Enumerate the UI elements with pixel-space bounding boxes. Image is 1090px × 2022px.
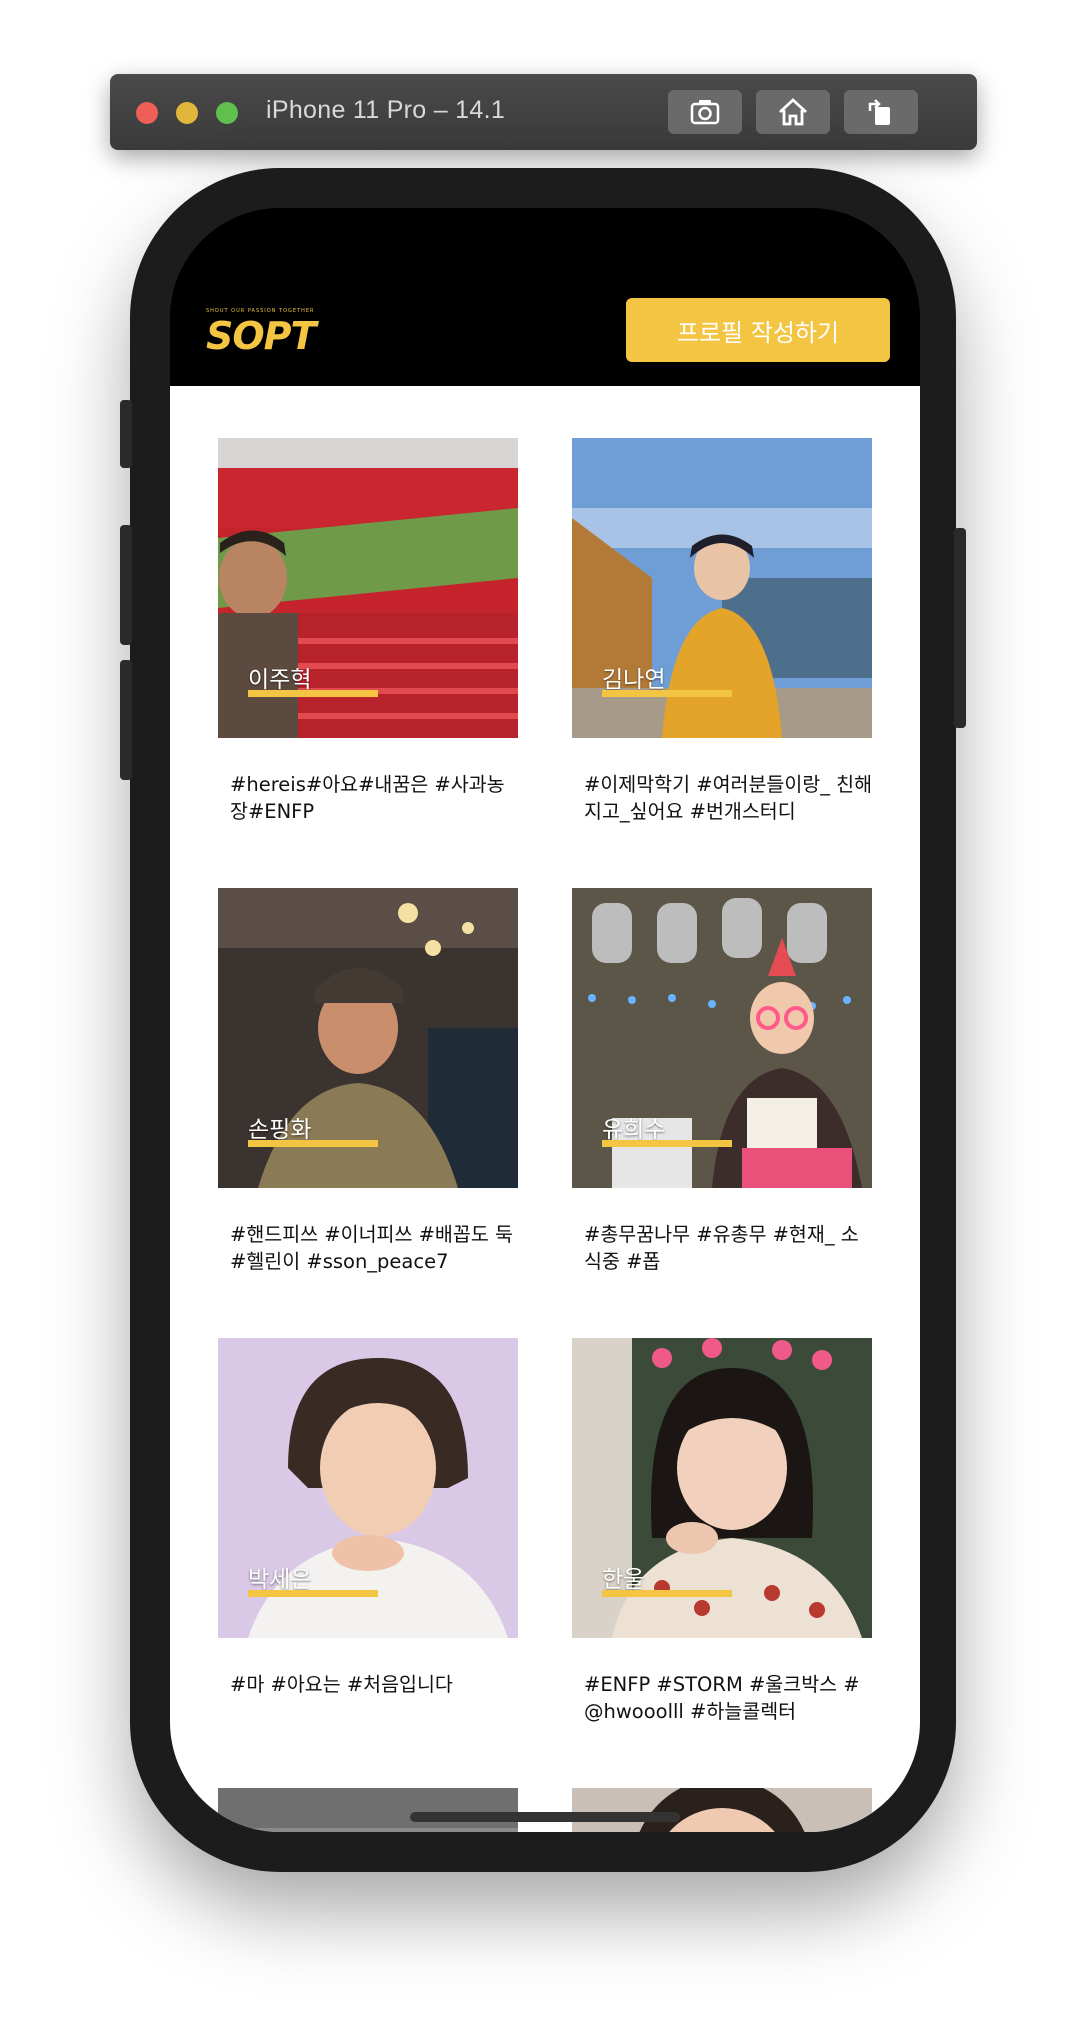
profile-photo: 이주혁 — [218, 438, 518, 738]
name-underline — [602, 690, 732, 697]
notch — [338, 208, 752, 270]
profile-photo — [572, 1788, 872, 1832]
logo-text: SOPT — [206, 314, 316, 358]
rotate-icon — [868, 99, 890, 125]
profile-name: 손핑화 — [248, 1117, 312, 1143]
profile-hashtags: #이제막학기 #여러분들이랑_ 친해지고_싶어요 #번개스터디 — [584, 773, 873, 823]
simulator-title-bar: iPhone 11 Pro – 14.1 — [110, 74, 977, 150]
screenshot-button[interactable] — [668, 90, 742, 134]
profile-photo: 박세은 — [218, 1338, 518, 1638]
profile-photo: 한울 — [572, 1338, 872, 1638]
profile-name: 김나연 — [602, 667, 666, 693]
home-icon — [779, 98, 807, 126]
profile-photo: 김나연 — [572, 438, 872, 738]
close-window-button[interactable] — [136, 102, 158, 124]
profile-photo: 손핑화 — [218, 888, 518, 1188]
name-underline — [602, 1140, 732, 1147]
power-button — [954, 528, 966, 728]
profile-name: 이주혁 — [248, 667, 312, 693]
profile-hashtags: #ENFP #STORM #울크박스 #@hwooolll #하늘콜렉터 — [584, 1673, 860, 1723]
rotate-button[interactable] — [844, 90, 918, 134]
simulator-title: iPhone 11 Pro – 14.1 — [266, 96, 506, 124]
name-underline — [248, 1590, 378, 1597]
profile-hashtags: #마 #아요는 #처음입니다 — [230, 1673, 453, 1696]
volume-up-button — [120, 525, 132, 645]
profile-hashtags: #총무꿈나무 #유총무 #현재_ 소식중 #폽 — [584, 1223, 859, 1273]
profile-hashtags: #핸드피쓰 #이너피쓰 #배꼽도 둑 #헬린이 #sson_peace7 — [230, 1223, 513, 1273]
zoom-window-button[interactable] — [216, 102, 238, 124]
home-button[interactable] — [756, 90, 830, 134]
volume-down-button — [120, 660, 132, 780]
profile-name: 박세은 — [248, 1567, 312, 1593]
sopt-logo: SHOUT OUR PASSION TOGETHER SOPT — [206, 308, 336, 358]
profile-name: 유희수 — [602, 1117, 666, 1143]
minimize-window-button[interactable] — [176, 102, 198, 124]
profile-photo: 유희수 — [572, 888, 872, 1188]
profile-hashtags: #hereis#아요#내꿈은 #사과농장#ENFP — [230, 773, 505, 823]
name-underline — [248, 1140, 378, 1147]
home-indicator[interactable] — [410, 1812, 680, 1822]
profile-grid: 이주혁 #hereis#아요#내꿈은 #사과농장#ENFP 김나연 #이제막학기… — [170, 386, 920, 1832]
write-profile-button[interactable]: 프로필 작성하기 — [626, 298, 890, 362]
screenshot-icon — [690, 100, 720, 125]
phone-screen: SHOUT OUR PASSION TOGETHER SOPT 프로필 작성하기 — [170, 208, 920, 1832]
profile-name: 한울 — [602, 1567, 645, 1593]
name-underline — [248, 690, 378, 697]
name-underline — [602, 1590, 732, 1597]
mute-switch — [120, 400, 132, 468]
profile-photo — [218, 1788, 518, 1832]
